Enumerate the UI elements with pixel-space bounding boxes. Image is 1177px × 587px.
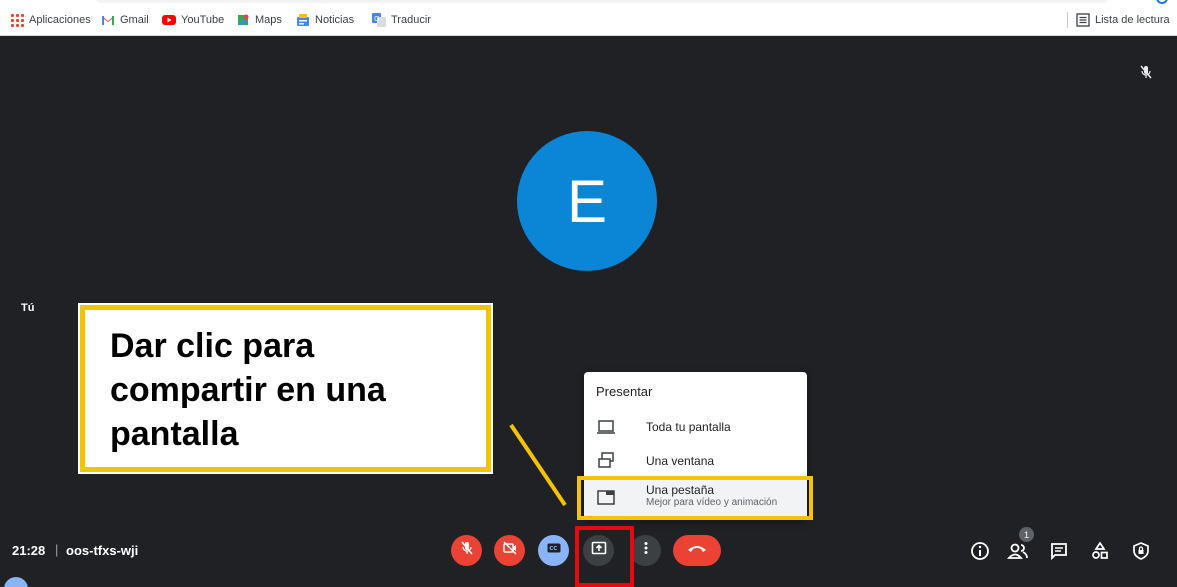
menu-item-label: Una ventana	[646, 454, 715, 468]
menu-item-label: Toda tu pantalla	[646, 420, 731, 434]
shield-lock-icon	[1131, 541, 1151, 566]
monitor-icon	[596, 417, 616, 437]
captions-icon: CC	[546, 540, 562, 561]
instruction-callout: Dar clic para compartir en una pantalla	[78, 303, 493, 474]
present-window[interactable]: Una ventana	[584, 444, 807, 478]
present-button-highlight	[575, 526, 634, 587]
mic-toggle-button[interactable]	[451, 535, 482, 566]
mic-off-icon	[459, 540, 475, 561]
meeting-details-button[interactable]	[968, 541, 992, 565]
activities-button[interactable]	[1088, 540, 1112, 566]
camera-off-icon	[502, 540, 518, 561]
participants-button[interactable]	[1006, 541, 1030, 565]
activities-icon	[1090, 540, 1110, 566]
host-controls-button[interactable]	[1129, 541, 1153, 565]
leave-call-button[interactable]	[673, 535, 721, 566]
present-menu-title: Presentar	[596, 384, 653, 399]
chat-icon	[1049, 541, 1069, 566]
meet-window: Aplicaciones Gmail YouTube Maps Noticias	[0, 0, 1177, 587]
callout-text: Dar clic para compartir en una pantalla	[110, 327, 386, 453]
time-code-separator: |	[55, 542, 59, 557]
people-icon	[1007, 541, 1029, 566]
window-icon	[596, 451, 616, 471]
more-vert-icon	[638, 540, 654, 561]
more-options-button[interactable]	[630, 535, 661, 566]
meeting-code: oos-tfxs-wji	[66, 543, 139, 558]
captions-button[interactable]: CC	[538, 535, 569, 566]
present-entire-screen[interactable]: Toda tu pantalla	[584, 410, 807, 444]
hang-up-icon	[687, 542, 707, 560]
chat-button[interactable]	[1047, 541, 1071, 565]
svg-text:CC: CC	[549, 546, 557, 552]
meeting-time: 21:28	[12, 543, 46, 558]
camera-toggle-button[interactable]	[494, 535, 525, 566]
tab-option-highlight	[577, 476, 813, 520]
participant-count-badge: 1	[1019, 527, 1034, 542]
info-icon	[970, 541, 990, 566]
